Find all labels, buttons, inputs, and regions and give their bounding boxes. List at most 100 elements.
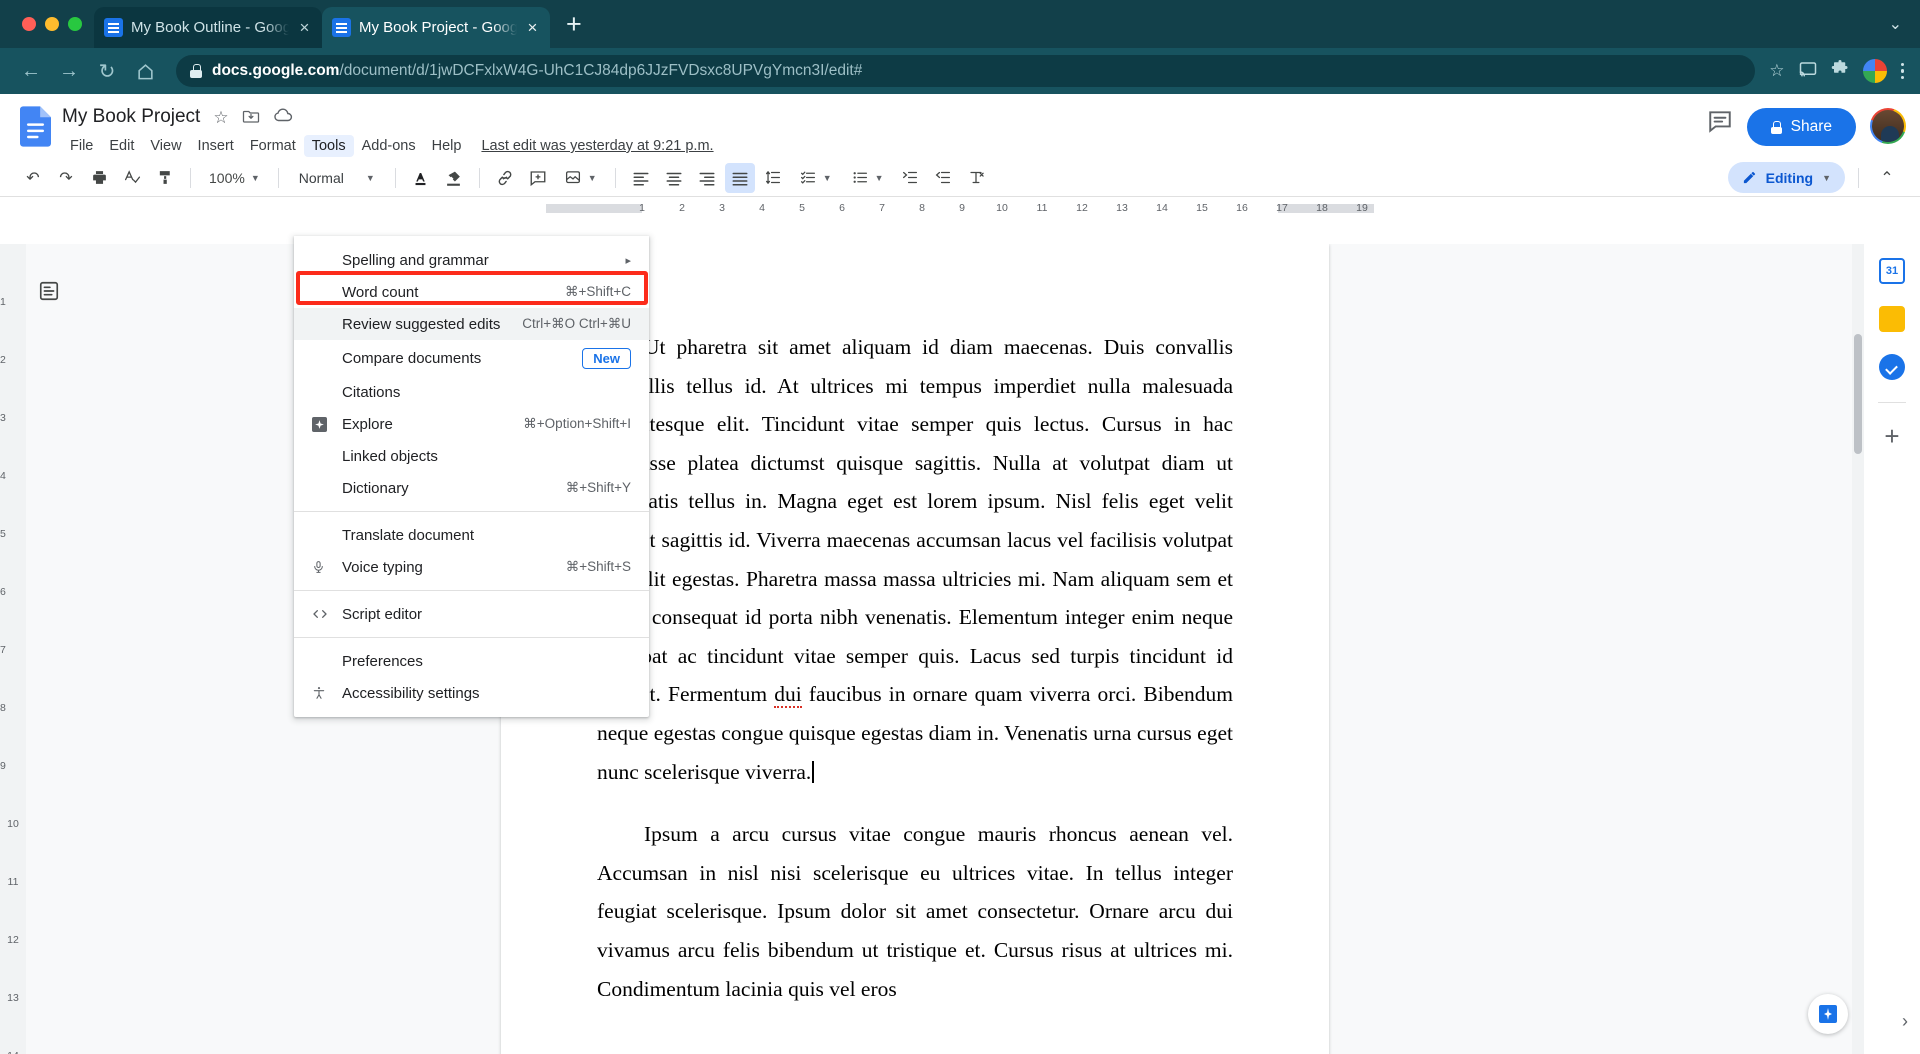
align-right-icon[interactable]	[692, 163, 722, 193]
checklist-icon[interactable]: ▼	[791, 163, 840, 193]
bulleted-list-icon[interactable]: ▼	[843, 163, 892, 193]
insert-image-icon[interactable]: ▼	[556, 163, 605, 193]
document-canvas[interactable]: 1 2 3 4 5 6 7 8 9 10 11 12 13 14	[0, 244, 1920, 1054]
menu-item-label: Translate document	[342, 527, 631, 544]
menu-help[interactable]: Help	[424, 135, 470, 157]
new-tab-button[interactable]: +	[550, 11, 598, 48]
horizontal-ruler[interactable]: 1 2 3 4 5 6 7 8 9 10 11 12 13 14 15 16 1…	[0, 197, 1920, 219]
calendar-icon[interactable]	[1879, 258, 1905, 284]
page-title[interactable]: My Book Project	[62, 106, 200, 128]
tasks-icon[interactable]	[1879, 354, 1905, 380]
cloud-saved-icon[interactable]	[273, 108, 293, 126]
menu-addons[interactable]: Add-ons	[354, 135, 424, 157]
document-outline-icon[interactable]	[34, 276, 64, 306]
menu-item-linked-objects[interactable]: Linked objects	[294, 440, 649, 472]
menu-item-translate-document[interactable]: Translate document	[294, 519, 649, 551]
address-bar[interactable]: docs.google.com/document/d/1jwDCFxlxW4G-…	[176, 55, 1755, 87]
bookmark-star-icon[interactable]: ☆	[1769, 61, 1784, 81]
menu-item-compare-documents[interactable]: Compare documents New	[294, 340, 649, 376]
ruler-tick: 6	[839, 202, 845, 214]
collapse-toolbar-button[interactable]: ⌃	[1872, 163, 1902, 193]
forward-button[interactable]: →	[52, 54, 86, 88]
menu-item-word-count[interactable]: Word count ⌘+Shift+C	[294, 276, 649, 308]
menu-tools[interactable]: Tools	[304, 135, 354, 157]
link-icon[interactable]	[490, 163, 520, 193]
align-justify-icon[interactable]	[725, 163, 755, 193]
tools-dropdown-menu[interactable]: Spelling and grammar ▸ Word count ⌘+Shif…	[294, 236, 649, 717]
spellcheck-icon[interactable]	[117, 163, 147, 193]
accessibility-icon	[312, 685, 342, 701]
decrease-indent-icon[interactable]	[895, 163, 925, 193]
zoom-value: 100%	[209, 170, 245, 186]
increase-indent-icon[interactable]	[928, 163, 958, 193]
menu-item-script-editor[interactable]: Script editor	[294, 598, 649, 630]
document-paragraph[interactable]: Ut pharetra sit amet aliquam id diam mae…	[597, 328, 1233, 791]
star-icon[interactable]: ☆	[213, 109, 228, 126]
menu-item-spelling-and-grammar[interactable]: Spelling and grammar ▸	[294, 244, 649, 276]
line-spacing-icon[interactable]	[758, 163, 788, 193]
menu-item-dictionary[interactable]: Dictionary ⌘+Shift+Y	[294, 472, 649, 504]
share-button[interactable]: Share	[1747, 108, 1856, 146]
toolbar-divider	[278, 168, 279, 188]
last-edit-status[interactable]: Last edit was yesterday at 9:21 p.m.	[481, 138, 713, 154]
menu-insert[interactable]: Insert	[190, 135, 242, 157]
menu-file[interactable]: File	[62, 135, 101, 157]
menu-view[interactable]: View	[142, 135, 189, 157]
align-center-icon[interactable]	[659, 163, 689, 193]
style-value: Normal	[299, 170, 344, 186]
back-button[interactable]: ←	[14, 54, 48, 88]
menu-item-citations[interactable]: Citations	[294, 376, 649, 408]
document-paragraph[interactable]: Ipsum a arcu cursus vitae congue mauris …	[597, 815, 1233, 1008]
profile-avatar[interactable]	[1863, 59, 1887, 83]
vertical-scrollbar[interactable]	[1852, 244, 1864, 1054]
comment-history-icon[interactable]	[1707, 108, 1733, 134]
kebab-menu-icon[interactable]	[1901, 63, 1905, 80]
reload-button[interactable]: ↻	[90, 54, 124, 88]
text-color-icon[interactable]	[406, 163, 436, 193]
clear-formatting-icon[interactable]	[961, 163, 991, 193]
minimize-window-button[interactable]	[45, 17, 59, 31]
zoom-level-selector[interactable]: 100% ▼	[201, 163, 268, 193]
maximize-window-button[interactable]	[68, 17, 82, 31]
menu-item-preferences[interactable]: Preferences	[294, 645, 649, 677]
add-comment-icon[interactable]	[523, 163, 553, 193]
move-to-folder-icon[interactable]	[242, 108, 260, 127]
paragraph-style-selector[interactable]: Normal ▼	[289, 170, 385, 186]
menu-item-label: Review suggested edits	[342, 316, 504, 333]
puzzle-icon[interactable]	[1831, 60, 1849, 83]
menu-format[interactable]: Format	[242, 135, 304, 157]
menu-item-voice-typing[interactable]: Voice typing ⌘+Shift+S	[294, 551, 649, 583]
browser-tab-2[interactable]: My Book Project - Google Docs ×	[322, 7, 550, 48]
close-icon[interactable]: ×	[297, 19, 312, 36]
title-row: My Book Project ☆	[62, 102, 1707, 132]
misspelled-word[interactable]: dui	[774, 682, 801, 708]
close-icon[interactable]: ×	[525, 19, 540, 36]
browser-tab-strip: My Book Outline - Google Docs × My Book …	[0, 0, 1920, 48]
cast-icon[interactable]	[1799, 61, 1817, 82]
menu-item-review-suggested-edits[interactable]: Review suggested edits Ctrl+⌘O Ctrl+⌘U	[294, 308, 649, 340]
browser-tab-1[interactable]: My Book Outline - Google Docs ×	[94, 7, 322, 48]
vruler-tick: 2	[0, 354, 6, 366]
add-ons-icon[interactable]: +	[1879, 425, 1905, 451]
ruler-left-margin[interactable]	[546, 204, 642, 213]
menu-item-accessibility-settings[interactable]: Accessibility settings	[294, 677, 649, 709]
align-left-icon[interactable]	[626, 163, 656, 193]
undo-button[interactable]: ↶	[18, 163, 48, 193]
redo-button[interactable]: ↷	[51, 163, 81, 193]
menu-edit[interactable]: Edit	[101, 135, 142, 157]
docs-logo-icon[interactable]	[14, 102, 56, 150]
close-window-button[interactable]	[22, 17, 36, 31]
avatar[interactable]	[1870, 108, 1906, 144]
scrollbar-thumb[interactable]	[1854, 334, 1862, 454]
highlight-icon[interactable]	[439, 163, 469, 193]
keep-icon[interactable]	[1879, 306, 1905, 332]
explore-button[interactable]	[1808, 994, 1848, 1034]
home-icon[interactable]	[128, 54, 162, 88]
paint-format-icon[interactable]	[150, 163, 180, 193]
ruler-tick: 5	[799, 202, 805, 214]
print-icon[interactable]	[84, 163, 114, 193]
chevron-down-icon[interactable]: ⌄	[1889, 14, 1902, 34]
next-page-arrow-icon[interactable]: ›	[1902, 1011, 1908, 1032]
menu-item-explore[interactable]: Explore ⌘+Option+Shift+I	[294, 408, 649, 440]
editing-mode-button[interactable]: Editing ▼	[1728, 162, 1845, 193]
